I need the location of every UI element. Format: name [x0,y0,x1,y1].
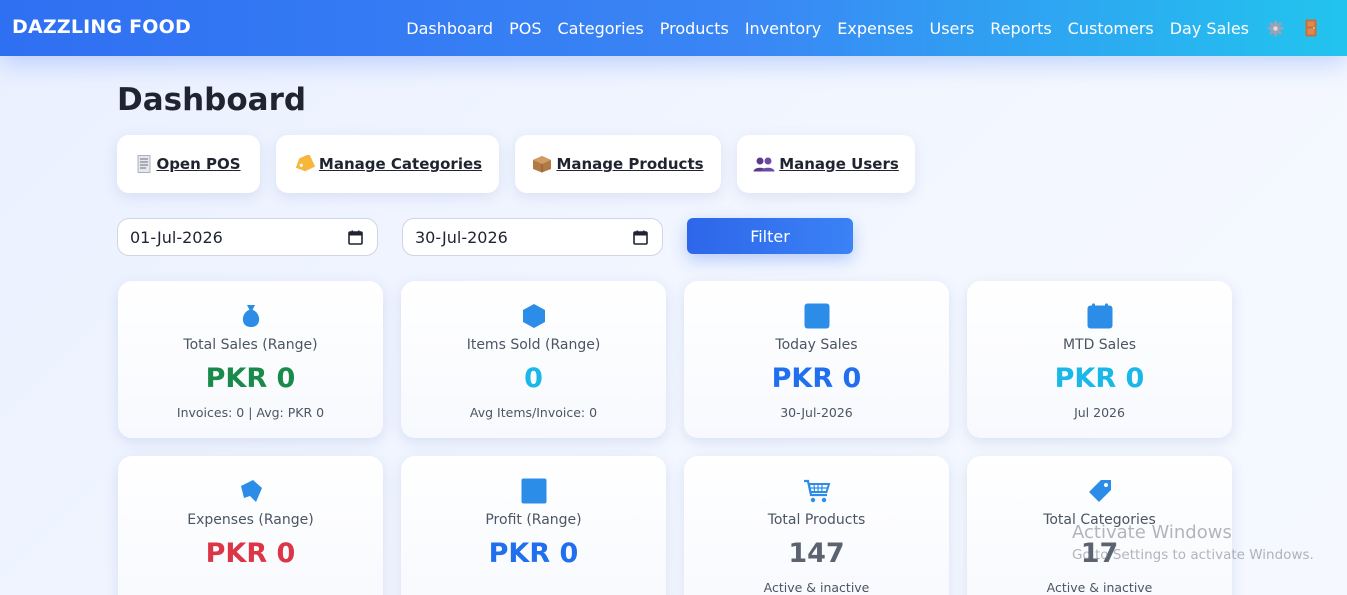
stat-card-total-sales: Total Sales (Range) PKR 0 Invoices: 0 | … [118,281,383,438]
money-bag-icon [118,303,383,329]
card-value: 17 [1080,538,1119,569]
card-label: Total Sales (Range) [183,337,318,353]
card-value: PKR 0 [205,538,296,569]
cube-icon [401,303,666,329]
card-label: Items Sold (Range) [466,337,601,353]
nav-products[interactable]: Products [652,19,737,38]
stat-card-items-sold: Items Sold (Range) 0 Avg Items/Invoice: … [401,281,666,438]
calendar-day-icon [684,303,949,329]
nav-dashboard[interactable]: Dashboard [398,19,501,38]
card-value: 0 [524,363,543,394]
receipt-icon [136,155,152,173]
page-title: Dashboard [117,82,307,118]
stat-card-expenses: Expenses (Range) PKR 0 [118,456,383,595]
card-label: Expenses (Range) [187,512,314,528]
calendar-picker-icon[interactable] [633,230,648,249]
to-date-value: 30-Jul-2026 [415,227,508,247]
card-subtext: Invoices: 0 | Avg: PKR 0 [176,405,325,420]
package-icon [532,155,552,173]
card-value: PKR 0 [205,363,296,394]
calendar-picker-icon[interactable] [348,230,363,249]
from-date-value: 01-Jul-2026 [130,227,223,247]
card-label: Total Products [767,512,866,528]
filter-button[interactable]: Filter [687,218,853,254]
stat-card-mtd-sales: MTD Sales PKR 0 Jul 2026 [967,281,1232,438]
label-tag-icon [967,478,1232,504]
card-value: PKR 0 [488,538,579,569]
card-label: MTD Sales [1062,337,1137,353]
card-label: Today Sales [775,337,858,353]
door-icon[interactable] [1302,19,1320,37]
card-subtext: Jul 2026 [1074,405,1125,420]
nav-expenses[interactable]: Expenses [829,19,921,38]
open-pos-button[interactable]: Open POS [117,135,260,193]
card-value: 147 [788,538,845,569]
manage-categories-label: Manage Categories [318,155,483,173]
nav-customers[interactable]: Customers [1060,19,1162,38]
manage-products-label: Manage Products [556,155,704,173]
stat-card-total-categories: Total Categories 17 Active & inactive [967,456,1232,595]
manage-users-button[interactable]: Manage Users [737,135,915,193]
nav-day-sales[interactable]: Day Sales [1162,19,1257,38]
card-subtext: Avg Items/Invoice: 0 [469,405,598,420]
manage-users-label: Manage Users [779,155,899,173]
to-date-input[interactable]: 30-Jul-2026 [402,218,663,256]
nav-pos[interactable]: POS [501,19,549,38]
card-subtext: Active & inactive [763,580,870,595]
stat-card-profit: Profit (Range) PKR 0 [401,456,666,595]
money-wings-icon [118,478,383,504]
brand-logo[interactable]: DAZZLING FOOD [12,16,191,38]
nav-reports[interactable]: Reports [982,19,1059,38]
nav-links: Dashboard POS Categories Products Invent… [398,0,1329,56]
tag-icon [293,155,315,173]
nav-categories[interactable]: Categories [549,19,651,38]
nav-users[interactable]: Users [921,19,982,38]
manage-categories-button[interactable]: Manage Categories [276,135,499,193]
cart-icon [684,478,949,504]
open-pos-label: Open POS [156,155,241,173]
gear-icon[interactable] [1266,19,1284,37]
card-label: Total Categories [1043,512,1156,528]
card-value: PKR 0 [771,363,862,394]
card-subtext: Active & inactive [1046,580,1153,595]
top-navbar: DAZZLING FOOD Dashboard POS Categories P… [0,0,1347,56]
card-subtext: 30-Jul-2026 [780,405,853,420]
users-icon [753,156,775,172]
card-label: Profit (Range) [485,512,582,528]
nav-inventory[interactable]: Inventory [737,19,829,38]
stat-card-today-sales: Today Sales PKR 0 30-Jul-2026 [684,281,949,438]
manage-products-button[interactable]: Manage Products [515,135,721,193]
chart-icon [401,478,666,504]
from-date-input[interactable]: 01-Jul-2026 [117,218,378,256]
card-value: PKR 0 [1054,363,1145,394]
calendar-icon [967,303,1232,329]
stat-card-total-products: Total Products 147 Active & inactive [684,456,949,595]
